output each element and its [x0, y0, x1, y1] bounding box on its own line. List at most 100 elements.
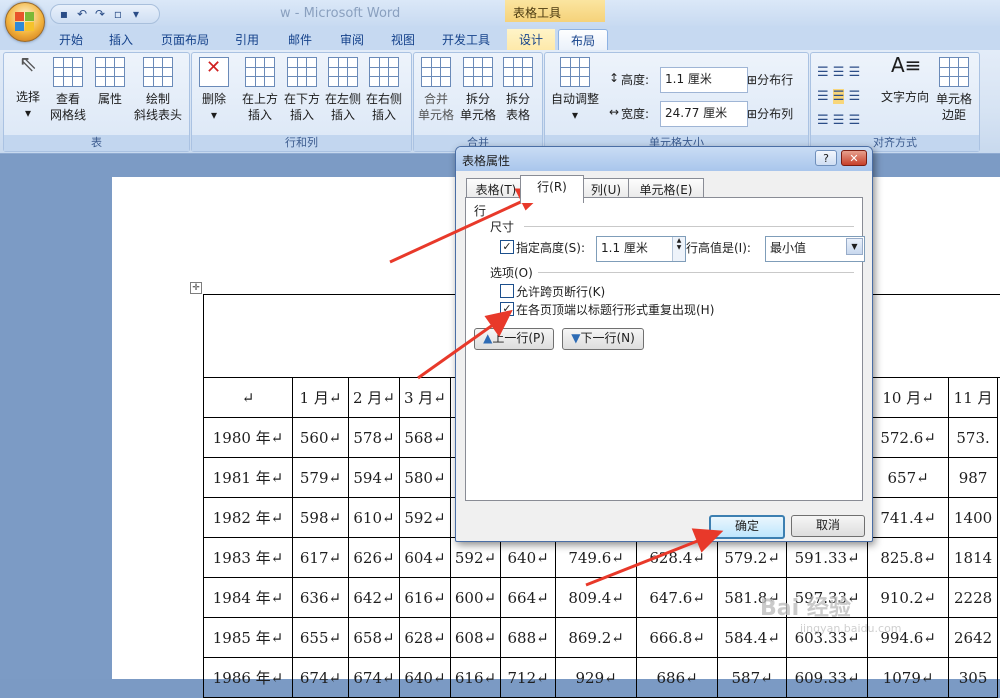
help-button[interactable]: ? [815, 150, 837, 166]
table-cell[interactable]: 579.2↵ [717, 537, 788, 578]
table-cell[interactable]: 573. [948, 417, 999, 458]
table-cell[interactable]: 664↵ [500, 577, 557, 618]
table-cell[interactable]: 910.2↵ [867, 577, 950, 618]
table-cell[interactable]: 929↵ [555, 657, 638, 698]
insert-left-button[interactable]: 在左侧 插入 [323, 57, 363, 123]
table-cell[interactable]: 1983 年↵ [203, 537, 293, 578]
table-cell[interactable]: 587↵ [717, 657, 788, 698]
table-cell[interactable]: 1079↵ [867, 657, 950, 698]
table-cell[interactable]: 688↵ [500, 617, 557, 658]
view-gridlines-button[interactable]: 查看 网格线 [48, 57, 88, 123]
merge-cells-button[interactable]: 合并 单元格 [416, 57, 456, 123]
save-icon[interactable]: ▪ [57, 7, 71, 21]
table-cell[interactable]: 11 月 [948, 377, 999, 418]
table-cell[interactable]: 305 [948, 657, 999, 698]
autofit-button[interactable]: 自动调整 ▾ [549, 57, 601, 123]
insert-right-button[interactable]: 在右侧 插入 [364, 57, 404, 123]
table-cell[interactable]: 1982 年↵ [203, 497, 293, 538]
table-cell[interactable]: 658↵ [348, 617, 400, 658]
table-cell[interactable]: 1 月↵ [292, 377, 349, 418]
split-table-button[interactable]: 拆分 表格 [498, 57, 538, 123]
allow-row-break-checkbox[interactable] [500, 284, 514, 298]
table-cell[interactable]: 604↵ [399, 537, 451, 578]
width-field[interactable]: 24.77 厘米 [660, 101, 748, 127]
table-cell[interactable]: 1814 [948, 537, 999, 578]
table-cell[interactable]: 584.4↵ [717, 617, 788, 658]
table-cell[interactable]: 598↵ [292, 497, 349, 538]
table-cell[interactable]: ↵ [203, 377, 293, 418]
table-cell[interactable]: 657↵ [867, 457, 950, 498]
table-cell[interactable]: 712↵ [500, 657, 557, 698]
distribute-columns-button[interactable]: ⊞分布列 [747, 105, 793, 122]
table-cell[interactable]: 809.4↵ [555, 577, 638, 618]
table-cell[interactable]: 2 月↵ [348, 377, 400, 418]
table-cell[interactable]: 592↵ [399, 497, 451, 538]
table-cell[interactable]: 1984 年↵ [203, 577, 293, 618]
redo-icon[interactable]: ↷ [93, 7, 107, 21]
table-cell[interactable]: 825.8↵ [867, 537, 950, 578]
properties-button[interactable]: 属性 [90, 57, 130, 107]
table-cell[interactable]: 568↵ [399, 417, 451, 458]
table-cell[interactable]: 617↵ [292, 537, 349, 578]
table-cell[interactable]: 600↵ [449, 577, 502, 618]
cell-margins-button[interactable]: 单元格 边距 [933, 57, 975, 123]
table-cell[interactable]: 655↵ [292, 617, 349, 658]
table-cell[interactable]: 572.6↵ [867, 417, 950, 458]
table-cell[interactable]: 591.33↵ [786, 537, 869, 578]
ok-button[interactable]: 确定 [709, 515, 785, 539]
table-move-handle-icon[interactable]: ✛ [190, 282, 202, 294]
table-cell[interactable]: 580↵ [399, 457, 451, 498]
specify-height-checkbox[interactable]: ✓ [500, 240, 514, 254]
insert-above-button[interactable]: 在上方 插入 [240, 57, 280, 123]
cancel-button[interactable]: 取消 [791, 515, 865, 537]
table-cell[interactable]: 626↵ [348, 537, 400, 578]
select-button[interactable]: ⇖ 选择 ▾ [8, 54, 48, 121]
delete-button[interactable]: 删除 ▾ [194, 57, 234, 123]
table-cell[interactable]: 579↵ [292, 457, 349, 498]
table-cell[interactable]: 666.8↵ [636, 617, 719, 658]
table-cell[interactable]: 609.33↵ [786, 657, 869, 698]
table-cell[interactable]: 2642 [948, 617, 999, 658]
close-button[interactable]: ✕ [841, 150, 867, 166]
table-cell[interactable]: 1981 年↵ [203, 457, 293, 498]
table-cell[interactable]: 592↵ [449, 537, 502, 578]
next-row-button[interactable]: ▼下一行(N) [562, 328, 644, 350]
distribute-rows-button[interactable]: ⊞分布行 [747, 71, 793, 88]
table-cell[interactable]: 594↵ [348, 457, 400, 498]
table-cell[interactable]: 741.4↵ [867, 497, 950, 538]
tab-row[interactable]: 行(R) [520, 175, 584, 203]
table-cell[interactable]: 686↵ [636, 657, 719, 698]
text-direction-button[interactable]: A≡ 文字方向 [881, 55, 929, 105]
table-cell[interactable]: 10 月↵ [867, 377, 950, 418]
print-preview-icon[interactable]: ▫ [111, 7, 125, 21]
draw-diagonal-header-button[interactable]: 绘制 斜线表头 [132, 57, 184, 123]
row-height-input[interactable]: 1.1 厘米 ▲ ▼ [596, 236, 686, 262]
insert-below-button[interactable]: 在下方 插入 [282, 57, 322, 123]
table-cell[interactable]: 628↵ [399, 617, 451, 658]
dialog-title[interactable]: 表格属性 [456, 147, 872, 171]
table-cell[interactable]: 628.4↵ [636, 537, 719, 578]
split-cells-button[interactable]: 拆分 单元格 [458, 57, 498, 123]
spinner-arrows-icon[interactable]: ▲ ▼ [672, 237, 685, 261]
table-cell[interactable]: 647.6↵ [636, 577, 719, 618]
row-height-rule-select[interactable]: 最小值 ▼ [765, 236, 865, 262]
table-cell[interactable]: 616↵ [449, 657, 502, 698]
customize-icon[interactable]: ▾ [129, 7, 143, 21]
repeat-header-row-checkbox[interactable]: ✓ [500, 302, 514, 316]
table-cell[interactable]: 640↵ [399, 657, 451, 698]
previous-row-button[interactable]: ▲上一行(P) [474, 328, 554, 350]
table-cell[interactable]: 674↵ [348, 657, 400, 698]
table-cell[interactable]: 560↵ [292, 417, 349, 458]
table-cell[interactable]: 636↵ [292, 577, 349, 618]
table-cell[interactable]: 987 [948, 457, 999, 498]
table-cell[interactable]: 616↵ [399, 577, 451, 618]
undo-icon[interactable]: ↶ [75, 7, 89, 21]
table-cell[interactable]: 642↵ [348, 577, 400, 618]
table-cell[interactable]: 3 月↵ [399, 377, 451, 418]
office-button[interactable] [5, 2, 45, 42]
table-cell[interactable]: 749.6↵ [555, 537, 638, 578]
table-cell[interactable]: 1985 年↵ [203, 617, 293, 658]
table-cell[interactable]: 1986 年↵ [203, 657, 293, 698]
table-cell[interactable]: 1400 [948, 497, 999, 538]
height-field[interactable]: 1.1 厘米 [660, 67, 748, 93]
